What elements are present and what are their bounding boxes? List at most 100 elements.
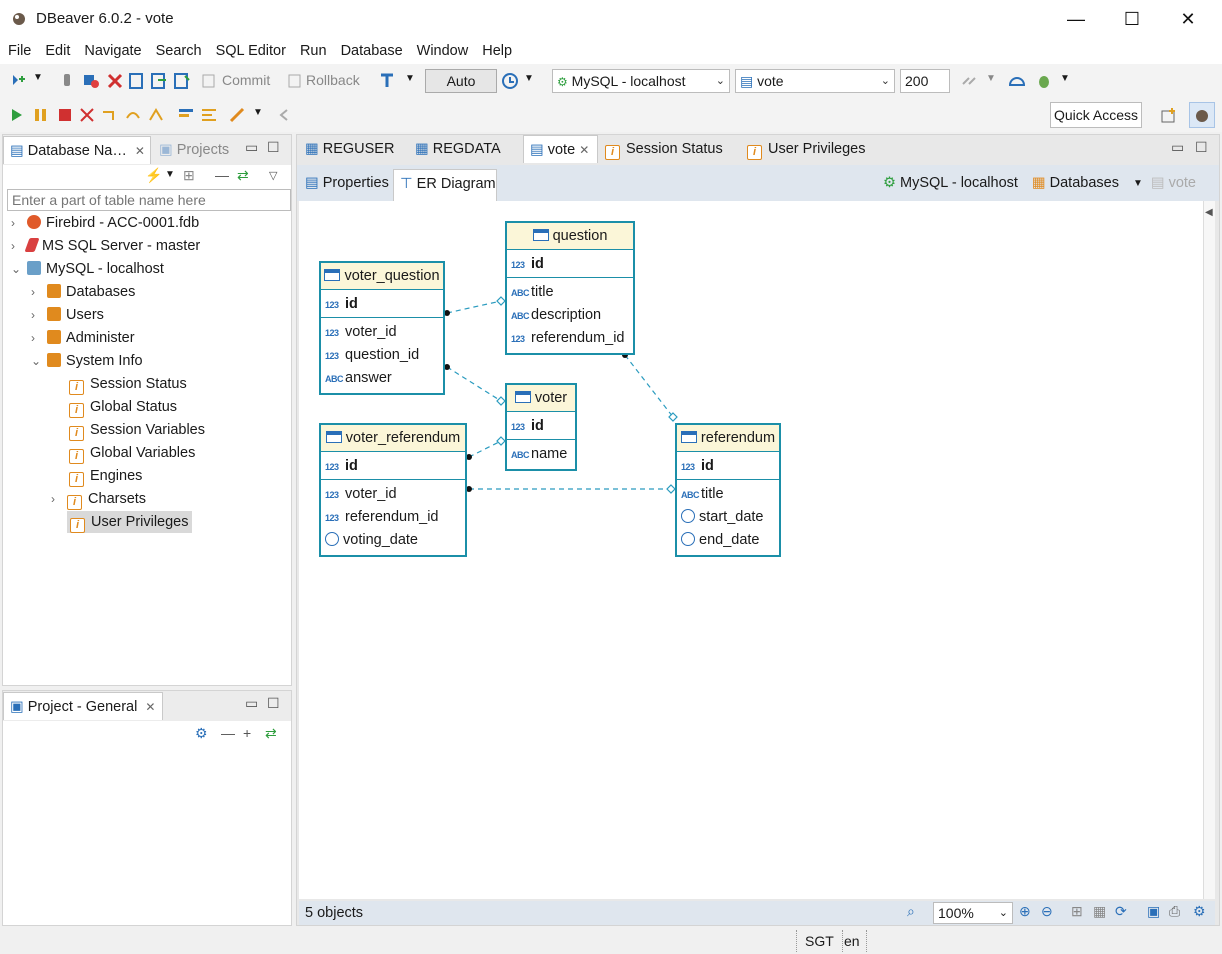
chevron-down-icon[interactable]: ▼	[405, 73, 415, 84]
close-icon[interactable]: ✕	[135, 144, 145, 158]
close-button[interactable]: ✕	[1165, 4, 1211, 34]
open-recent-icon[interactable]	[150, 72, 168, 90]
er-table-referendum[interactable]: referendum 123 id ABC title start_date end…	[675, 423, 781, 557]
close-icon[interactable]: ✕	[145, 700, 155, 714]
subtab-properties[interactable]: ▤ Properties	[299, 169, 389, 197]
chevron-left-icon[interactable]: ◀	[1205, 207, 1213, 218]
open-perspective-icon[interactable]	[1160, 106, 1178, 124]
tree-charsets[interactable]: › i Charsets	[51, 488, 146, 510]
link-editor-icon[interactable]	[960, 72, 980, 90]
tab-reguser[interactable]: ▦ REGUSER	[299, 135, 394, 163]
chevron-right-icon[interactable]: ›	[31, 304, 43, 326]
zoom-select[interactable]: 100% ⌄	[933, 902, 1013, 924]
chevron-down-icon[interactable]: ▼	[165, 169, 175, 180]
new-script-icon[interactable]	[173, 72, 191, 90]
collapse-all-icon[interactable]: —	[215, 167, 229, 183]
menu-navigate[interactable]: Navigate	[84, 38, 141, 64]
new-folder-icon[interactable]: ⊞	[183, 167, 195, 184]
sql-editor-icon[interactable]	[128, 72, 144, 90]
chevron-right-icon[interactable]: ›	[31, 327, 43, 349]
grid-icon[interactable]: ▦	[1093, 903, 1106, 920]
collapse-all-icon[interactable]: —	[221, 725, 235, 741]
er-table-voter-question[interactable]: voter_question 123 id 123 voter_id 123 ques…	[319, 261, 445, 395]
explain-plan-icon[interactable]	[200, 106, 218, 124]
zoom-in-icon[interactable]: ⊕	[1019, 903, 1031, 920]
table-filter-input[interactable]	[7, 189, 291, 211]
tree-global-variables[interactable]: i Global Variables	[69, 442, 195, 464]
menu-database[interactable]: Database	[341, 38, 403, 64]
minimize-panel-icon[interactable]: ▭	[1171, 139, 1184, 156]
maximize-button[interactable]: ☐	[1109, 4, 1155, 34]
format-sql-icon[interactable]	[177, 106, 195, 124]
view-menu-icon[interactable]: ▽	[269, 169, 277, 182]
tab-user-privileges[interactable]: i User Privileges	[741, 135, 866, 163]
menu-edit[interactable]: Edit	[45, 38, 70, 64]
tree-databases[interactable]: › Databases	[31, 281, 135, 303]
breadcrumb-databases[interactable]: Databases	[1050, 175, 1119, 191]
refresh-icon[interactable]: ⟳	[1115, 903, 1127, 920]
tree-system-info[interactable]: ⌄ System Info	[31, 350, 143, 372]
tree-firebird[interactable]: › Firebird - ACC-0001.fdb	[11, 212, 199, 234]
chevron-down-icon[interactable]: ▼	[253, 107, 263, 118]
menu-run[interactable]: Run	[300, 38, 327, 64]
step-into-icon[interactable]	[100, 106, 118, 124]
tree-mysql[interactable]: ⌄ MySQL - localhost	[11, 258, 164, 280]
step-over-icon[interactable]	[124, 106, 142, 124]
active-connection-select[interactable]: ⚙ MySQL - localhost ⌄	[552, 69, 730, 93]
breadcrumb-db[interactable]: vote	[1169, 175, 1196, 191]
chevron-down-icon[interactable]: ▼	[1133, 178, 1143, 189]
table-filter-field[interactable]	[8, 190, 290, 210]
menu-sql-editor[interactable]: SQL Editor	[216, 38, 286, 64]
tree-session-variables[interactable]: i Session Variables	[69, 419, 205, 441]
minimize-panel-icon[interactable]: ▭	[245, 695, 258, 712]
launch-icon[interactable]	[228, 106, 248, 124]
dbeaver-perspective-button[interactable]	[1189, 102, 1215, 128]
link-with-editor-icon[interactable]: ⇄	[265, 725, 277, 742]
tree-mssql[interactable]: › MS SQL Server - master	[11, 235, 200, 257]
er-table-voter-referendum[interactable]: voter_referendum 123 id 123 voter_id 123 re…	[319, 423, 467, 557]
menu-help[interactable]: Help	[482, 38, 512, 64]
tab-projects[interactable]: ▣ Projects	[153, 136, 229, 164]
tree-global-status[interactable]: i Global Status	[69, 396, 177, 418]
chevron-right-icon[interactable]: ›	[11, 212, 23, 234]
new-connection-icon[interactable]	[8, 72, 28, 90]
zoom-out-icon[interactable]: ⊖	[1041, 903, 1053, 920]
expand-all-icon[interactable]: +	[243, 725, 251, 741]
tree-administer[interactable]: › Administer	[31, 327, 135, 349]
maximize-panel-icon[interactable]: ☐	[267, 139, 280, 156]
disconnect-icon[interactable]	[106, 72, 124, 90]
rollback-button[interactable]: Rollback	[306, 72, 360, 88]
fetch-size-input[interactable]: 200	[900, 69, 950, 93]
link-with-editor-icon[interactable]: ⇄	[237, 167, 249, 184]
new-connection-icon[interactable]: ⚡	[145, 167, 162, 184]
invalidate-icon[interactable]	[82, 72, 100, 90]
gear-icon[interactable]: ⚙	[1193, 903, 1206, 920]
quick-access-input[interactable]: Quick Access	[1050, 102, 1142, 128]
pause-icon[interactable]	[32, 106, 50, 124]
step-return-icon[interactable]	[147, 106, 165, 124]
dashboard-icon[interactable]	[1008, 72, 1026, 90]
er-table-question[interactable]: question 123 id ABC title ABC description 1…	[505, 221, 635, 355]
tree-users[interactable]: › Users	[31, 304, 104, 326]
execute-icon[interactable]	[8, 106, 26, 124]
tree-engines[interactable]: i Engines	[69, 465, 142, 487]
chevron-down-icon[interactable]: ▼	[1060, 73, 1070, 84]
search-icon[interactable]: ⌕	[907, 903, 915, 920]
tab-vote[interactable]: ▤ vote ✕	[523, 135, 598, 163]
menu-search[interactable]: Search	[156, 38, 202, 64]
back-icon[interactable]	[275, 106, 293, 124]
chevron-down-icon[interactable]: ⌄	[31, 350, 43, 372]
cancel-execution-icon[interactable]	[78, 106, 96, 124]
tab-session-status[interactable]: i Session Status	[599, 135, 723, 163]
minimize-panel-icon[interactable]: ▭	[245, 139, 258, 156]
breadcrumb-connection[interactable]: MySQL - localhost	[900, 175, 1018, 191]
maximize-panel-icon[interactable]: ☐	[267, 695, 280, 712]
active-database-select[interactable]: ▤ vote ⌄	[735, 69, 895, 93]
connect-icon[interactable]	[60, 72, 74, 90]
transaction-auto-button[interactable]: Auto	[425, 69, 497, 93]
close-icon[interactable]: ✕	[579, 143, 589, 157]
er-diagram-canvas[interactable]: ◀ question 123 id ABC title ABC descript…	[299, 201, 1215, 899]
history-icon[interactable]	[501, 72, 519, 90]
export-image-icon[interactable]: ▣	[1147, 903, 1160, 920]
er-table-voter[interactable]: voter 123 id ABC name	[505, 383, 577, 471]
